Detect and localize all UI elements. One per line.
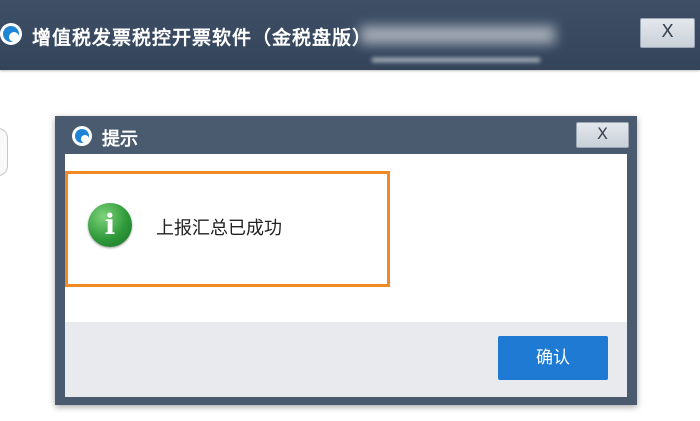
dialog-logo-icon: [72, 126, 92, 146]
partial-edge-widget: [0, 128, 8, 176]
app-logo-icon: [0, 23, 22, 45]
confirm-button[interactable]: 确认: [498, 336, 608, 380]
dialog-title: 提示: [102, 129, 138, 150]
blurred-underline: [372, 58, 540, 62]
main-window-title: 增值税发票税控开票软件（金税盘版）: [32, 27, 373, 49]
blurred-title-suffix: [360, 26, 555, 44]
close-icon: X: [597, 124, 608, 143]
dialog-footer: 确认: [65, 322, 627, 397]
dialog-title-bar[interactable]: 提示 X: [55, 116, 637, 154]
info-icon: i: [88, 203, 132, 247]
close-icon: X: [661, 21, 674, 42]
dialog-body: i 上报汇总已成功: [65, 154, 627, 322]
prompt-dialog: 提示 X i 上报汇总已成功 确认: [55, 116, 637, 405]
main-title-bar: 增值税发票税控开票软件（金税盘版） X: [0, 0, 700, 70]
dialog-message: 上报汇总已成功: [156, 218, 282, 239]
main-close-button[interactable]: X: [640, 18, 695, 48]
dialog-close-button[interactable]: X: [576, 122, 629, 148]
